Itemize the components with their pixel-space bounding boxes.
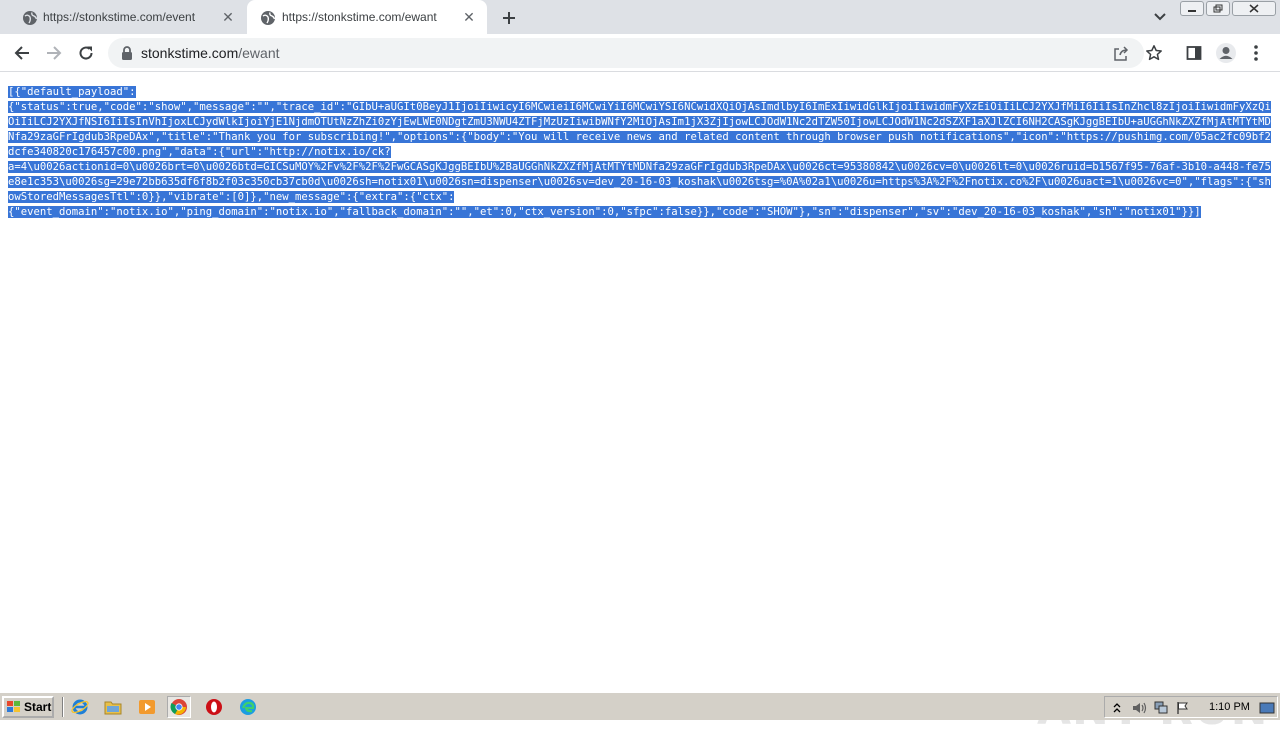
minimize-button[interactable] xyxy=(1180,1,1204,16)
menu-button[interactable] xyxy=(1244,41,1268,65)
globe-icon xyxy=(23,11,38,25)
selected-json-text[interactable]: [{"default_payload": {"status":true,"cod… xyxy=(8,86,1271,218)
edge-taskbar-button[interactable] xyxy=(236,696,260,718)
forward-button[interactable] xyxy=(42,41,66,65)
speaker-icon xyxy=(1133,702,1147,714)
desktop-icon xyxy=(1259,702,1275,714)
taskbar: Start 1:10 PM xyxy=(0,692,1280,720)
tab-search-button[interactable] xyxy=(1150,9,1170,25)
flag-icon xyxy=(1177,702,1188,714)
windows-logo-icon xyxy=(7,701,20,712)
address-bar[interactable]: stonkstime.com/ewant xyxy=(108,38,1144,68)
explorer-taskbar-button[interactable] xyxy=(101,696,125,718)
url-text[interactable]: stonkstime.com/ewant xyxy=(141,45,280,61)
network-icon xyxy=(1154,701,1168,714)
chevron-down-icon xyxy=(1154,13,1166,21)
ie-taskbar-button[interactable] xyxy=(68,696,92,718)
url-host: stonkstime.com xyxy=(141,45,239,61)
close-icon xyxy=(1249,4,1259,13)
forward-arrow-icon xyxy=(47,46,62,60)
window-close-button[interactable] xyxy=(1232,1,1276,16)
close-tab-icon[interactable]: ✕ xyxy=(461,9,477,25)
restore-button[interactable] xyxy=(1206,1,1230,16)
browser-toolbar: stonkstime.com/ewant xyxy=(0,34,1280,72)
json-response-text[interactable]: [{"default_payload": {"status":true,"cod… xyxy=(8,85,1272,220)
minimize-icon xyxy=(1188,9,1196,12)
network-button[interactable] xyxy=(1153,700,1169,716)
restore-icon xyxy=(1213,4,1223,13)
share-button[interactable] xyxy=(1112,45,1130,63)
opera-icon xyxy=(206,699,222,715)
side-panel-button[interactable] xyxy=(1182,41,1206,65)
opera-taskbar-button[interactable] xyxy=(202,696,226,718)
media-player-taskbar-button[interactable] xyxy=(135,696,159,718)
back-arrow-icon xyxy=(14,46,29,60)
tab-ewant[interactable]: https://stonkstime.com/ewant ✕ xyxy=(247,0,487,34)
show-hidden-icons-button[interactable] xyxy=(1109,700,1125,716)
system-tray xyxy=(1104,696,1278,718)
profile-button[interactable] xyxy=(1214,41,1238,65)
start-button[interactable]: Start xyxy=(2,696,54,718)
bookmark-button[interactable] xyxy=(1142,41,1166,65)
reload-icon xyxy=(79,46,93,60)
start-label: Start xyxy=(24,700,52,714)
taskbar-separator xyxy=(62,697,64,717)
new-tab-button[interactable] xyxy=(498,7,520,29)
url-path: /ewant xyxy=(238,45,280,61)
more-vert-icon xyxy=(1254,45,1258,61)
taskbar-clock[interactable]: 1:10 PM xyxy=(1209,701,1250,713)
show-desktop-button[interactable] xyxy=(1259,700,1275,716)
avatar-icon xyxy=(1216,43,1236,63)
plus-icon xyxy=(503,12,515,24)
action-center-button[interactable] xyxy=(1175,700,1191,716)
volume-button[interactable] xyxy=(1131,700,1147,716)
tab-title: https://stonkstime.com/event xyxy=(43,10,196,24)
page-content: [{"default_payload": {"status":true,"cod… xyxy=(0,73,1280,735)
back-button[interactable] xyxy=(10,41,34,65)
edge-icon xyxy=(240,699,256,715)
media-player-icon xyxy=(139,700,155,714)
internet-explorer-icon xyxy=(71,699,89,715)
star-icon xyxy=(1146,45,1162,61)
chrome-icon xyxy=(170,699,187,715)
chevron-up-icon xyxy=(1113,703,1121,713)
close-tab-icon[interactable]: ✕ xyxy=(220,9,236,25)
folder-icon xyxy=(104,701,122,715)
window-controls xyxy=(1178,1,1276,18)
chrome-taskbar-button[interactable] xyxy=(167,696,191,718)
share-icon xyxy=(1114,46,1129,61)
lock-icon[interactable] xyxy=(120,45,134,61)
reload-button[interactable] xyxy=(74,41,98,65)
tab-event[interactable]: https://stonkstime.com/event ✕ xyxy=(8,0,246,34)
globe-icon xyxy=(261,11,276,25)
tab-title: https://stonkstime.com/ewant xyxy=(282,10,437,24)
tab-strip: https://stonkstime.com/event ✕ https://s… xyxy=(0,0,1280,34)
side-panel-icon xyxy=(1186,46,1202,60)
